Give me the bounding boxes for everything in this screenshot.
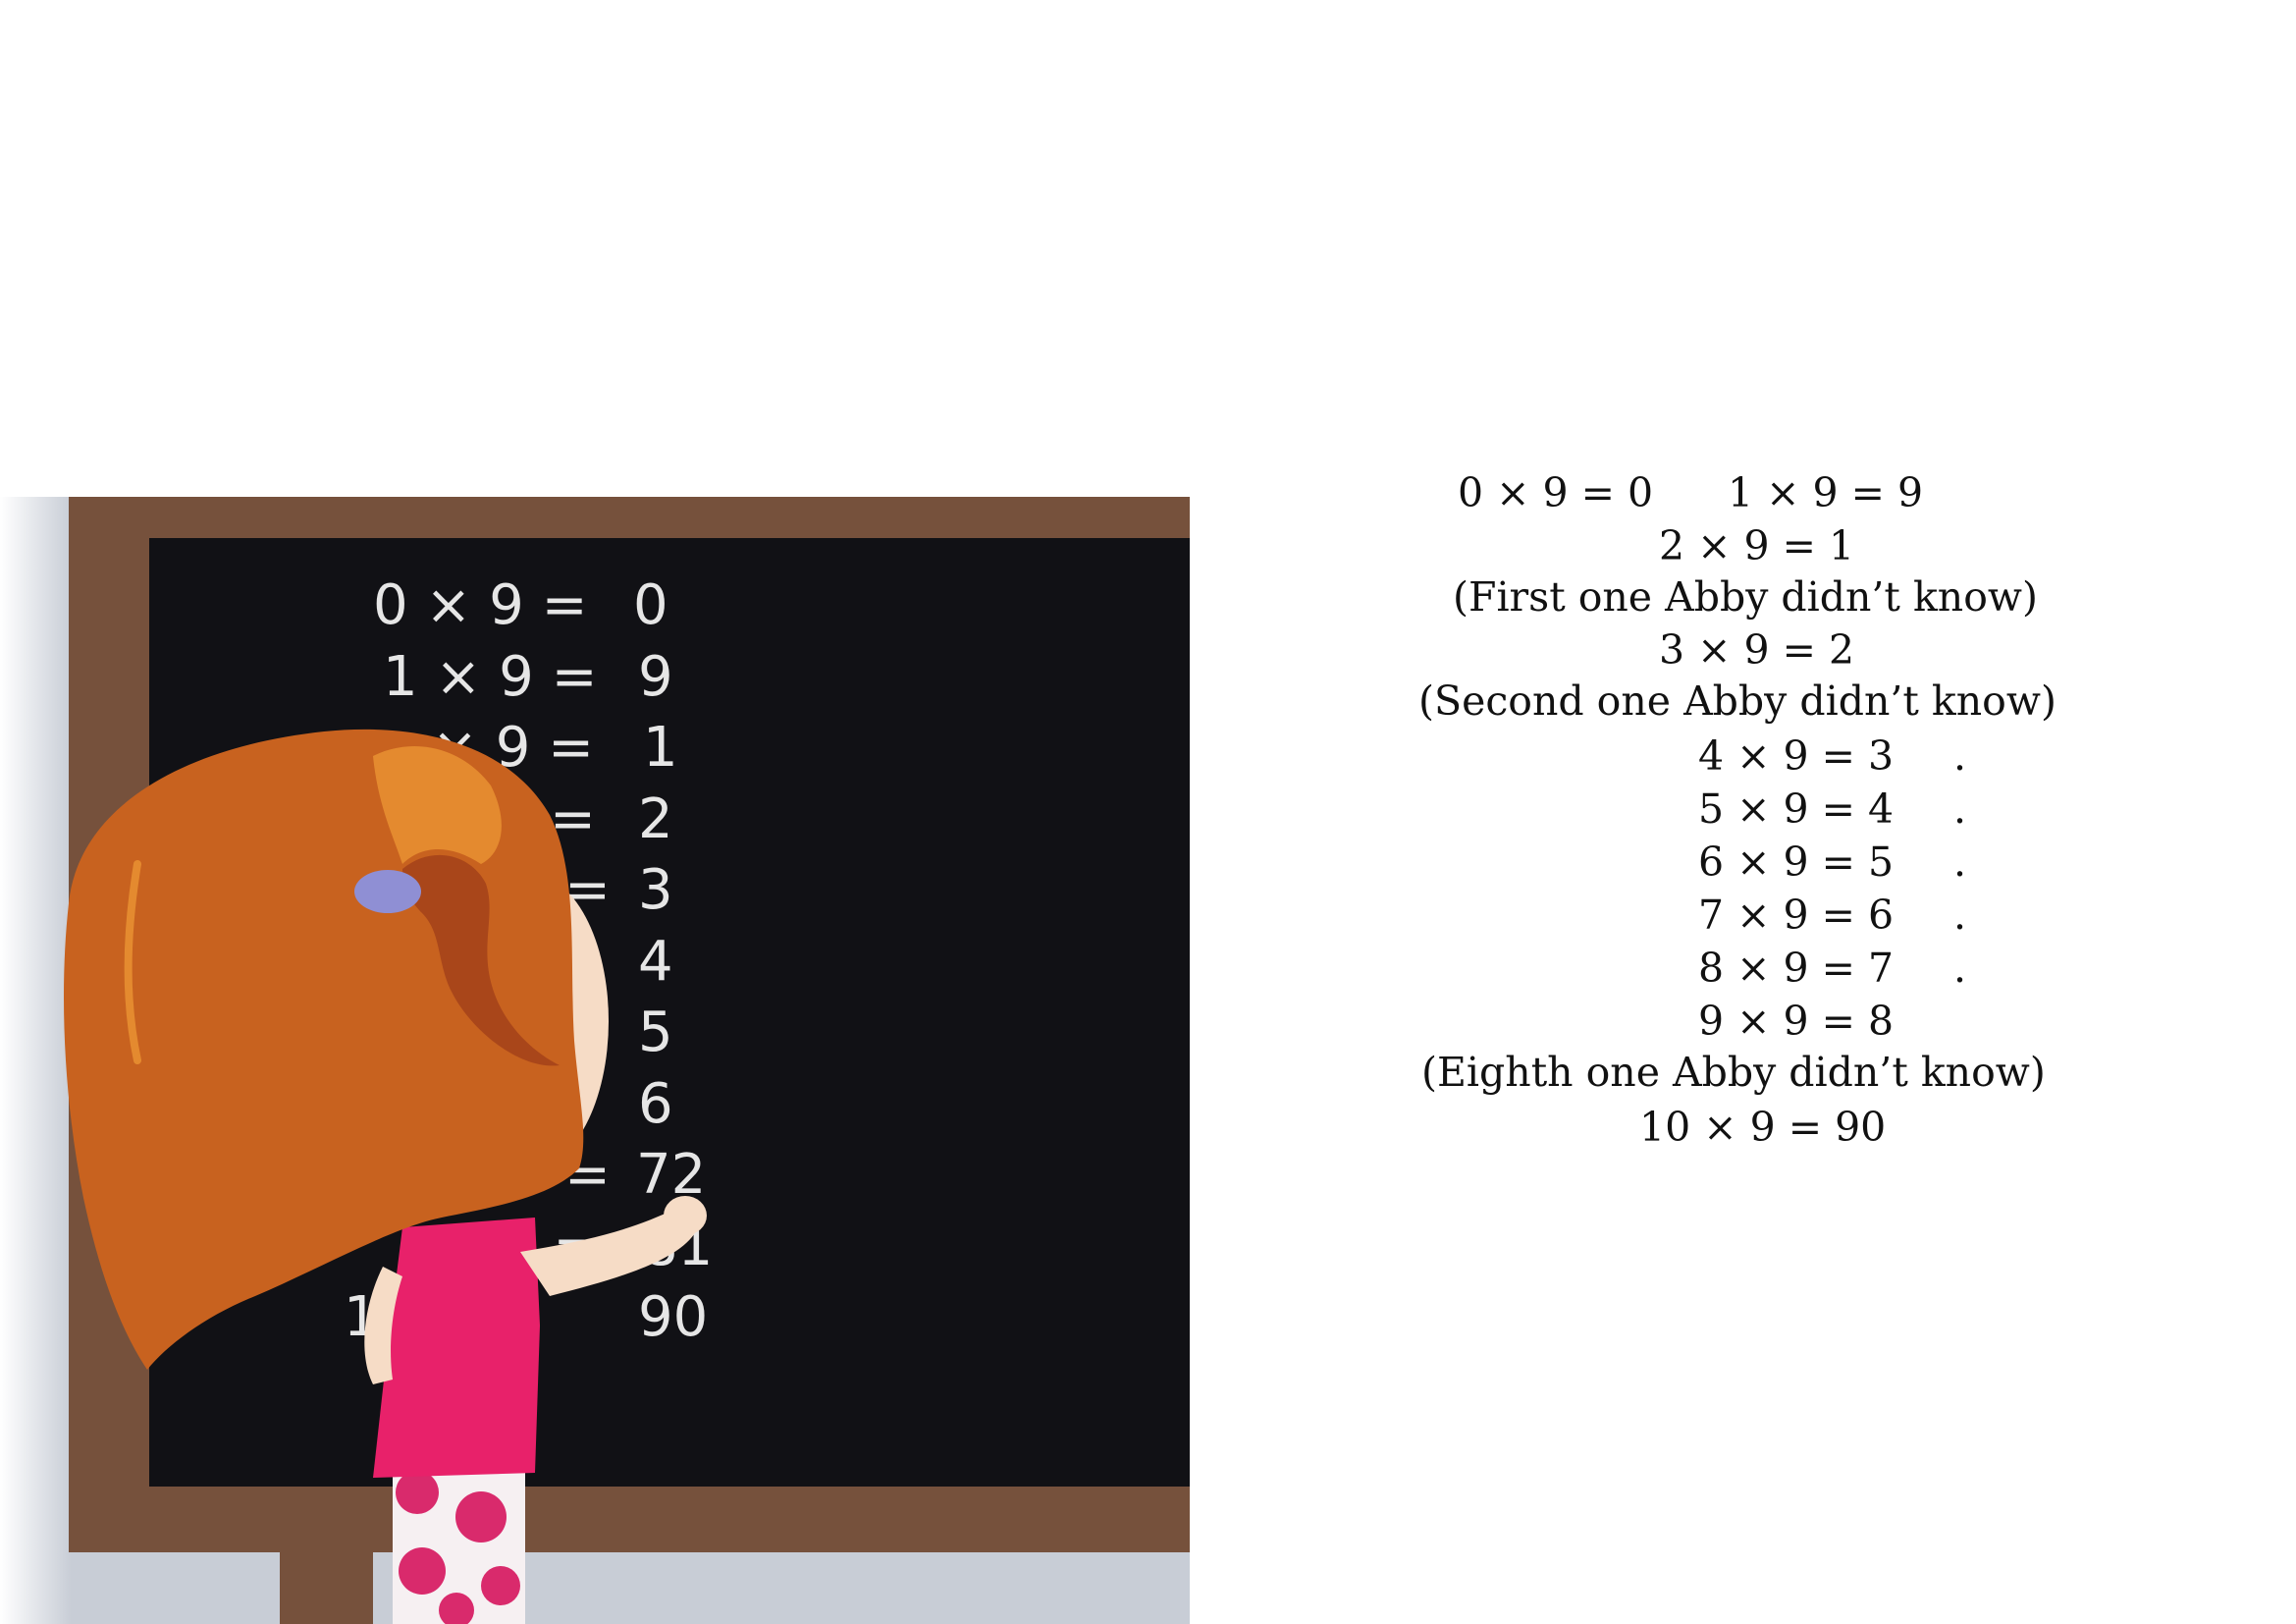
story-line-8x9: 8 × 9 = 7 — [1698, 945, 1895, 992]
story-dot-7: . — [1953, 892, 1967, 939]
chalk-line-3-ans: 2 — [638, 787, 673, 851]
polka-dot-pants — [393, 1463, 525, 1624]
chalk-line-10-ans: 90 — [638, 1285, 708, 1349]
board-leg-left — [280, 1542, 373, 1624]
story-note-second: (Second one Abby didn’t know) — [1418, 677, 2056, 725]
chalk-line-5-ans: 4 — [638, 930, 673, 994]
story-dot-8: . — [1953, 945, 1967, 992]
story-line-3x9: 3 × 9 = 2 — [1659, 626, 1855, 674]
chalk-line-0-ans: 0 — [633, 573, 668, 637]
chalk-line-6-ans: 5 — [638, 1001, 673, 1064]
chalk-line-7-ans: 6 — [638, 1072, 673, 1136]
story-dot-5: . — [1953, 785, 1967, 833]
hair-clip-icon — [354, 870, 421, 913]
story-line-1x9: 1 × 9 = 9 — [1728, 469, 1924, 516]
girl-hand — [664, 1196, 707, 1235]
story-text: 0 × 9 = 0 1 × 9 = 9 2 × 9 = 1 (First one… — [1355, 461, 2218, 1168]
story-note-eighth: (Eighth one Abby didn’t know) — [1421, 1049, 2046, 1096]
chalk-line-1-eq: 1 × 9 = — [383, 645, 598, 709]
story-line-2x9: 2 × 9 = 1 — [1659, 522, 1855, 569]
chalk-line-1-ans: 9 — [638, 645, 673, 709]
chalk-line-2-ans: 1 — [643, 716, 678, 780]
story-dot-4: . — [1953, 732, 1967, 780]
story-line-0x9: 0 × 9 = 0 — [1458, 469, 1654, 516]
chalk-line-0-eq: 0 × 9 = — [373, 573, 588, 637]
chalk-line-8-ans: 72 — [636, 1143, 706, 1207]
story-line-9x9: 9 × 9 = 8 — [1698, 998, 1895, 1045]
story-note-first: (First one Abby didn’t know) — [1453, 573, 2038, 621]
story-line-10x9: 10 × 9 = 90 — [1639, 1104, 1887, 1151]
story-line-5x9: 5 × 9 = 4 — [1698, 785, 1895, 833]
story-dot-6: . — [1953, 839, 1967, 886]
story-line-6x9: 6 × 9 = 5 — [1698, 839, 1895, 886]
chalk-line-4-ans: 3 — [638, 858, 673, 922]
story-line-4x9: 4 × 9 = 3 — [1698, 732, 1895, 780]
story-line-7x9: 7 × 9 = 6 — [1698, 892, 1895, 939]
